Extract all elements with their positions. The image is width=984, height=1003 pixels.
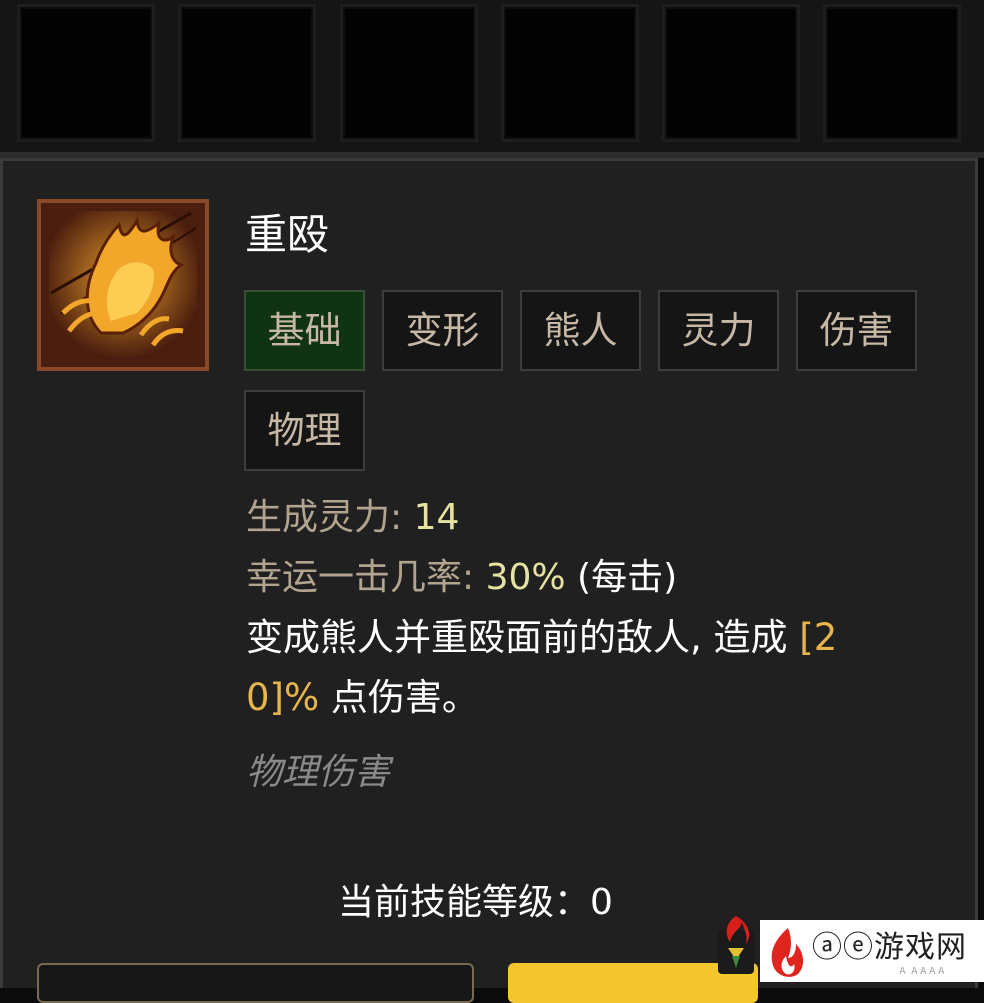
secondary-button[interactable] — [37, 963, 474, 1003]
level-value: 0 — [590, 882, 613, 923]
watermark-url: Ａ ＡＡＡＡ — [898, 967, 946, 977]
current-skill-level: 当前技能等级：0 — [338, 878, 613, 928]
skill-slot-2[interactable] — [178, 4, 316, 142]
stat-label: 幸运一击几率: — [246, 557, 486, 598]
level-label: 当前技能等级： — [338, 882, 591, 923]
tag-werebear[interactable]: 熊人 — [520, 290, 641, 371]
skill-description-line-2: 0]% 点伤害。 — [246, 673, 479, 723]
flame-logo-icon — [771, 928, 804, 977]
stat-suffix: (每击) — [565, 557, 678, 598]
tag-spirit[interactable]: 灵力 — [658, 290, 779, 371]
description-text: 变成熊人并重殴面前的敌人, 造成 — [246, 616, 800, 659]
stat-label: 生成灵力: — [246, 497, 414, 538]
skill-slot-bar — [0, 0, 984, 155]
stat-lucky-hit-chance: 幸运一击几率: 30% (每击) — [246, 553, 677, 603]
stat-spirit-generation: 生成灵力: 14 — [246, 493, 459, 543]
tag-damage[interactable]: 伤害 — [796, 290, 917, 371]
skill-slot-6[interactable] — [823, 4, 961, 142]
stat-value: 14 — [413, 497, 460, 538]
damage-value: 0]% — [246, 676, 320, 719]
stat-value: 30% — [485, 557, 566, 598]
skill-slot-1[interactable] — [17, 4, 155, 142]
tag-basic[interactable]: 基础 — [244, 290, 365, 371]
damage-type: 物理伤害 — [246, 752, 391, 793]
skill-slot-5[interactable] — [662, 4, 800, 142]
badge-icon — [718, 916, 754, 974]
site-watermark: ⓐⓔ游戏网 Ａ ＡＡＡＡ — [760, 920, 984, 982]
tag-shapeshift[interactable]: 变形 — [382, 290, 503, 371]
bear-claw-icon — [37, 199, 209, 371]
tag-physical[interactable]: 物理 — [244, 390, 365, 471]
damage-value: [2 — [799, 616, 838, 659]
skill-title: 重殴 — [245, 210, 330, 259]
watermark-text: ⓐⓔ游戏网 — [812, 930, 967, 965]
skill-description-line-1: 变成熊人并重殴面前的敌人, 造成 [2 — [246, 613, 837, 663]
description-text: 点伤害。 — [319, 676, 479, 719]
skill-slot-4[interactable] — [501, 4, 639, 142]
skill-slot-3[interactable] — [340, 4, 478, 142]
